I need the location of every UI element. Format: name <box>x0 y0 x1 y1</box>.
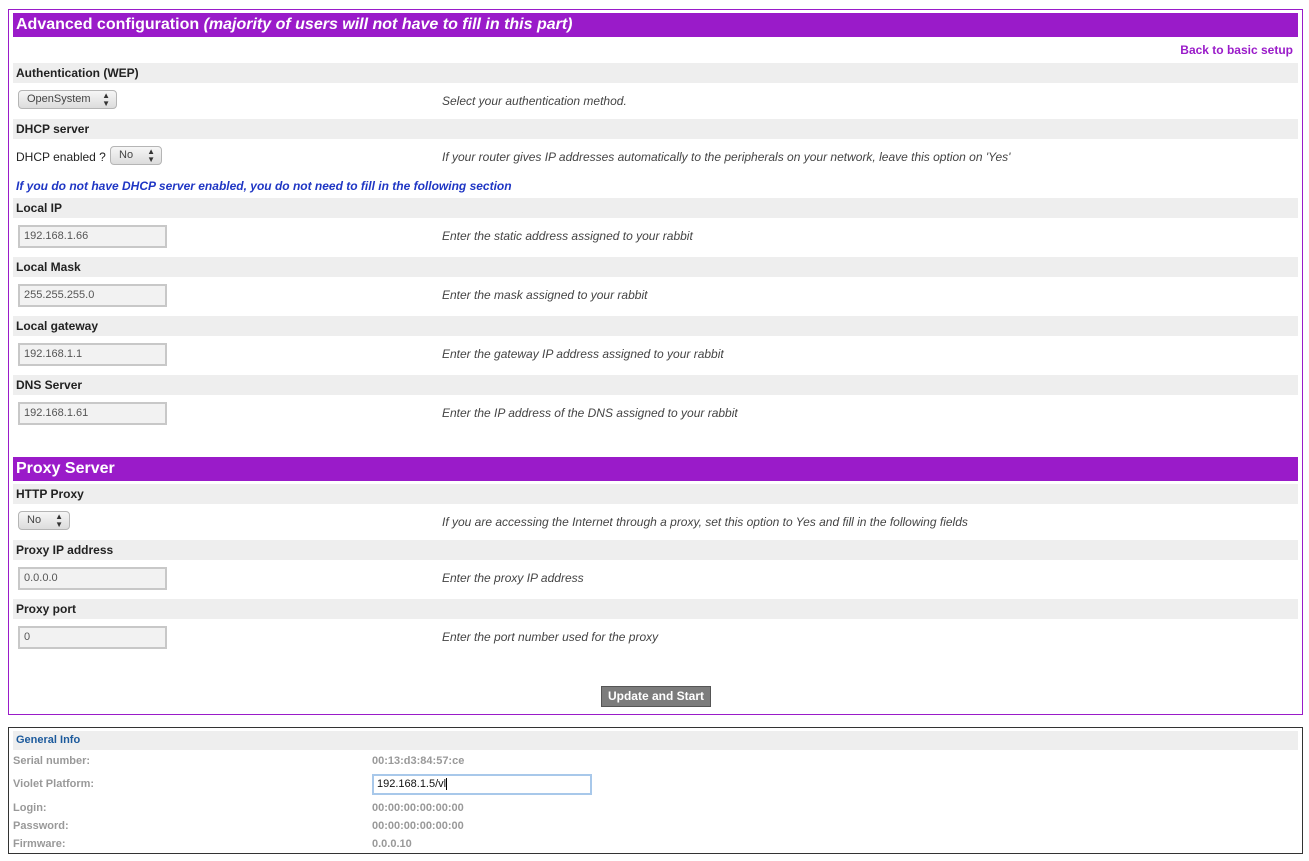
advanced-config-panel: Advanced configuration (majority of user… <box>8 9 1303 715</box>
auth-row: OpenSystem ▲ ▼ Select your authentication… <box>13 83 1298 119</box>
up-down-arrows-icon: ▲ ▼ <box>102 90 110 108</box>
login-label: Login: <box>13 802 47 814</box>
password-label: Password: <box>13 820 69 832</box>
up-down-arrows-icon: ▲ ▼ <box>147 146 155 164</box>
serial-number-label: Serial number: <box>13 755 91 767</box>
local-ip-row: 192.168.1.66 Enter the static address as… <box>13 218 1298 254</box>
local-mask-label: Local Mask <box>13 257 1298 277</box>
proxy-ip-hint: Enter the proxy IP address <box>442 571 584 585</box>
proxy-ip-label: Proxy IP address <box>13 540 1298 560</box>
proxy-ip-input[interactable]: 0.0.0.0 <box>18 567 167 590</box>
password-value: 00:00:00:00:00:00 <box>372 820 464 832</box>
dhcp-enabled-select[interactable]: No ▲ ▼ <box>110 146 162 165</box>
serial-number-value: 00:13:d3:84:57:ce <box>372 755 465 767</box>
local-ip-input[interactable]: 192.168.1.66 <box>18 225 167 248</box>
auth-method-select[interactable]: OpenSystem ▲ ▼ <box>18 90 117 109</box>
local-mask-hint: Enter the mask assigned to your rabbit <box>442 288 648 302</box>
general-info-panel: General Info Serial number: 00:13:d3:84:… <box>8 727 1303 854</box>
dhcp-note: If you do not have DHCP server enabled, … <box>16 179 512 193</box>
update-and-start-button[interactable]: Update and Start <box>601 686 711 707</box>
firmware-value: 0.0.0.10 <box>372 838 412 850</box>
auth-label: Authentication (WEP) <box>13 63 1298 83</box>
dhcp-enabled-label: DHCP enabled ? <box>16 150 106 164</box>
proxy-ip-row: 0.0.0.0 Enter the proxy IP address <box>13 560 1298 596</box>
proxy-title: Proxy Server <box>16 460 115 477</box>
login-value: 00:00:00:00:00:00 <box>372 802 464 814</box>
firmware-label: Firmware: <box>13 838 66 850</box>
proxy-header: Proxy Server <box>13 457 1298 481</box>
dns-server-row: 192.168.1.61 Enter the IP address of the… <box>13 395 1298 431</box>
text-caret <box>446 778 448 791</box>
dhcp-label: DHCP server <box>13 119 1298 139</box>
proxy-port-hint: Enter the port number used for the proxy <box>442 630 659 644</box>
http-proxy-label: HTTP Proxy <box>13 484 1298 504</box>
dhcp-row: DHCP enabled ? No ▲ ▼ If your router give… <box>13 139 1298 175</box>
http-proxy-row: No ▲ ▼ If you are accessing the Internet … <box>13 504 1298 540</box>
local-gateway-input[interactable]: 192.168.1.1 <box>18 343 167 366</box>
auth-method-value: OpenSystem <box>27 93 91 105</box>
proxy-port-input[interactable]: 0 <box>18 626 167 649</box>
dhcp-enabled-value: No <box>119 149 134 161</box>
http-proxy-select[interactable]: No ▲ ▼ <box>18 511 70 530</box>
local-gateway-row: 192.168.1.1 Enter the gateway IP address… <box>13 336 1298 372</box>
local-gateway-hint: Enter the gateway IP address assigned to… <box>442 347 724 361</box>
advanced-config-subtitle: (majority of users will not have to fill… <box>203 16 573 33</box>
advanced-config-title: Advanced configuration <box>16 16 200 33</box>
local-ip-hint: Enter the static address assigned to you… <box>442 229 693 243</box>
violet-platform-input[interactable]: 192.168.1.5/vl <box>372 774 592 795</box>
violet-platform-label: Violet Platform: <box>13 778 95 790</box>
dhcp-hint: If your router gives IP addresses automa… <box>442 150 1011 164</box>
advanced-config-header: Advanced configuration (majority of user… <box>13 13 1298 37</box>
dns-server-input[interactable]: 192.168.1.61 <box>18 402 167 425</box>
auth-hint: Select your authentication method. <box>442 94 627 108</box>
dns-server-label: DNS Server <box>13 375 1298 395</box>
dns-server-hint: Enter the IP address of the DNS assigned… <box>442 406 738 420</box>
proxy-port-label: Proxy port <box>13 599 1298 619</box>
proxy-port-row: 0 Enter the port number used for the pro… <box>13 619 1298 655</box>
http-proxy-value: No <box>27 514 42 526</box>
violet-platform-value: 192.168.1.5/vl <box>377 778 447 790</box>
back-to-basic-setup-link[interactable]: Back to basic setup <box>1180 43 1293 57</box>
local-gateway-label: Local gateway <box>13 316 1298 336</box>
local-ip-label: Local IP <box>13 198 1298 218</box>
local-mask-row: 255.255.255.0 Enter the mask assigned to… <box>13 277 1298 313</box>
http-proxy-hint: If you are accessing the Internet throug… <box>442 515 968 529</box>
local-mask-input[interactable]: 255.255.255.0 <box>18 284 167 307</box>
up-down-arrows-icon: ▲ ▼ <box>55 511 63 529</box>
general-info-title: General Info <box>13 731 1298 750</box>
